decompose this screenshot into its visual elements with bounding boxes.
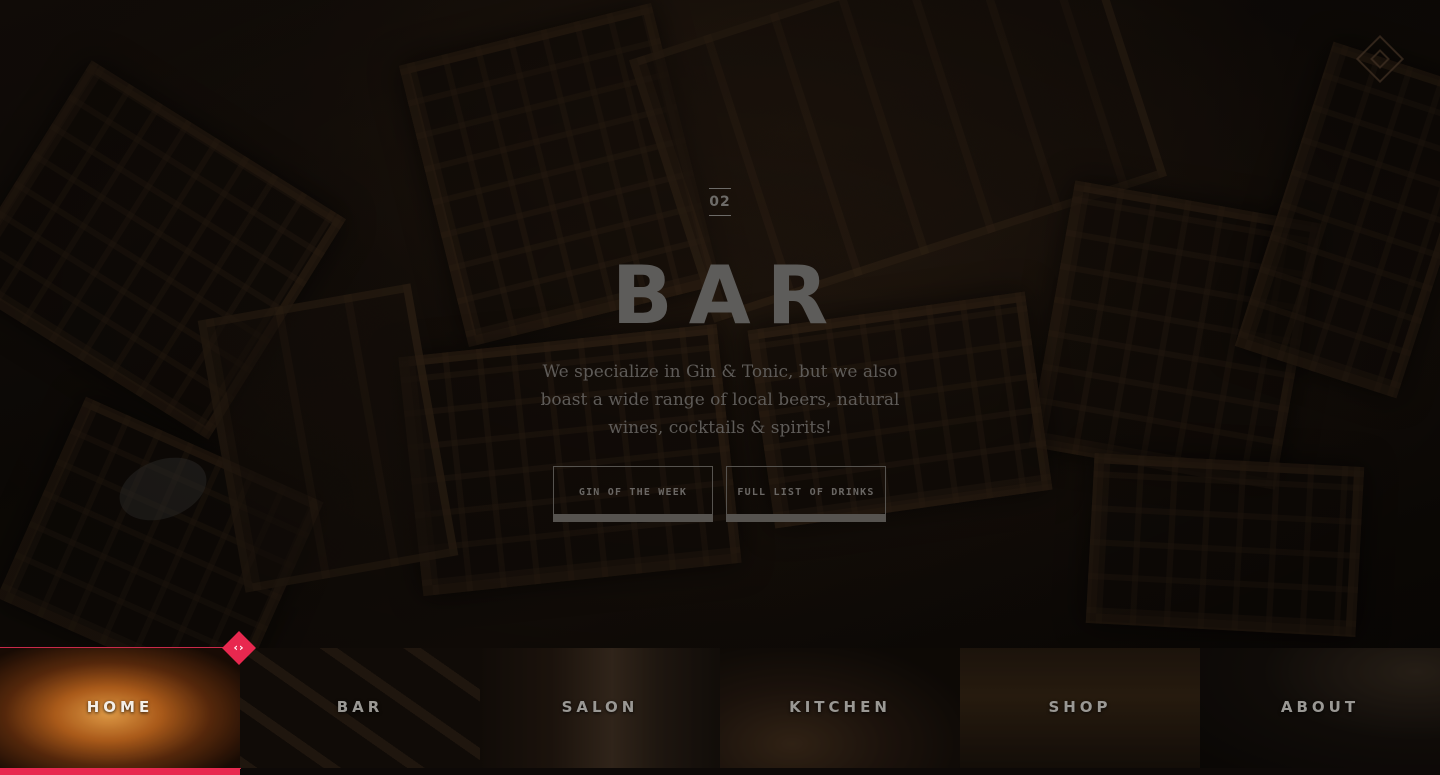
nav-item-home[interactable]: HOME — [0, 647, 241, 769]
nav-item-about[interactable]: ABOUT — [1200, 648, 1440, 768]
nav-item-label: ABOUT — [1280, 698, 1360, 716]
section-number: 02 — [709, 188, 731, 216]
nav-item-label: BAR — [336, 698, 384, 716]
nav-item-label: HOME — [86, 698, 154, 716]
nav-item-label: SHOP — [1048, 698, 1112, 716]
nav-arrows-button[interactable]: ‹› — [222, 631, 256, 665]
nav-item-label: KITCHEN — [789, 698, 891, 716]
nav-item-kitchen[interactable]: KITCHEN — [720, 648, 960, 768]
full-list-of-drinks-button[interactable]: FULL LIST OF DRINKS — [726, 466, 886, 522]
nav-item-bar[interactable]: BAR — [240, 648, 480, 768]
page-title: BAR — [611, 249, 845, 342]
nav-item-label: SALON — [561, 698, 639, 716]
bottom-navigation: HOME BAR SALON KITCHEN SHOP ABOUT — [0, 647, 1440, 775]
nav-item-salon[interactable]: SALON — [480, 648, 720, 768]
active-indicator — [0, 768, 240, 775]
gin-of-the-week-button[interactable]: GIN OF THE WEEK — [553, 466, 713, 522]
chevron-left-right-icon: ‹› — [233, 641, 245, 654]
nav-item-shop[interactable]: SHOP — [960, 648, 1200, 768]
hero-section: 02 BAR We specialize in Gin & Tonic, but… — [0, 0, 1440, 648]
section-description: We specialize in Gin & Tonic, but we als… — [540, 362, 900, 438]
